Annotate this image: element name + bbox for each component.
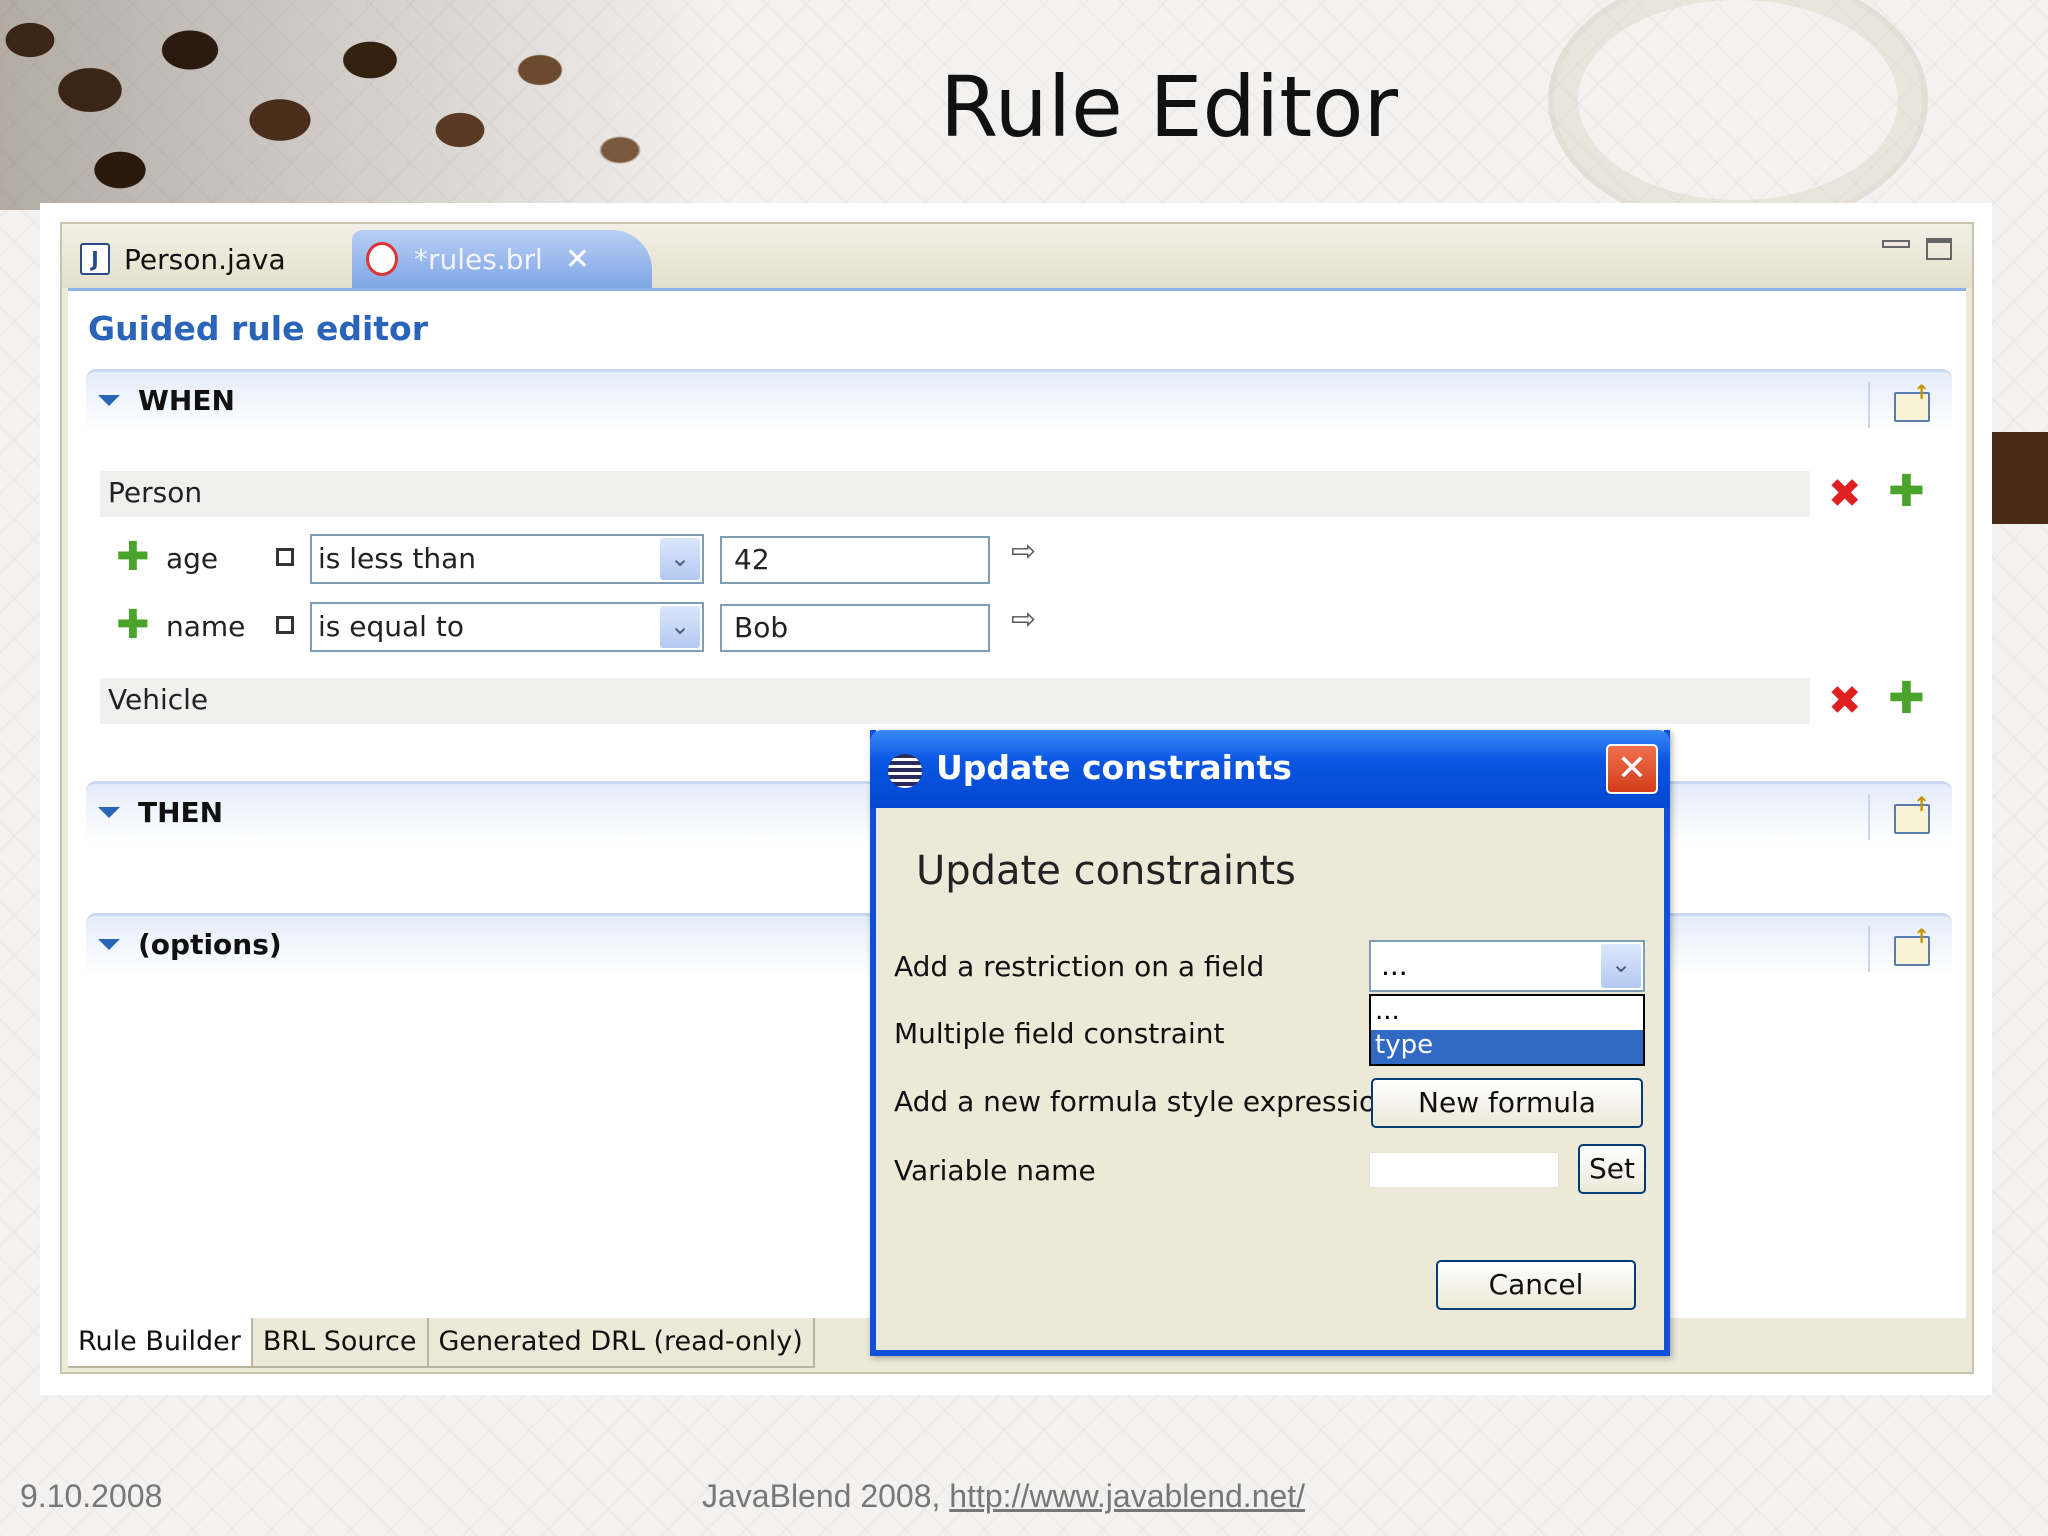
collapse-triangle-icon	[98, 395, 120, 406]
when-section-toggle[interactable]: WHEN	[98, 384, 235, 417]
dropdown-option-selected[interactable]: type	[1371, 1030, 1643, 1064]
value-input[interactable]: 42	[720, 536, 990, 584]
divider	[1868, 926, 1870, 972]
footer-label: JavaBlend 2008,	[702, 1478, 950, 1514]
delete-icon[interactable]: ✖	[1828, 681, 1862, 721]
dialog-heading: Update constraints	[916, 848, 1296, 894]
footer-link[interactable]: http://www.javablend.net/	[949, 1478, 1305, 1514]
java-file-icon: J	[80, 243, 110, 275]
operator-select[interactable]: is equal to ⌄	[310, 602, 704, 652]
close-button[interactable]: ✕	[1606, 744, 1658, 794]
add-connective-icon[interactable]: ✚	[116, 534, 150, 580]
maximize-icon[interactable]	[1926, 238, 1952, 260]
variable-name-label: Variable name	[894, 1154, 1096, 1187]
chevron-down-icon[interactable]: ⌄	[660, 538, 700, 580]
value-editor-icon[interactable]: ⇨	[1011, 534, 1036, 569]
add-action-icon[interactable]	[1894, 792, 1930, 834]
divider	[1868, 382, 1870, 428]
tab-rules-brl[interactable]: *rules.brl ✕	[352, 230, 652, 288]
then-section-toggle[interactable]: THEN	[98, 796, 223, 829]
when-label: WHEN	[138, 384, 235, 417]
add-field-icon[interactable]: ✚	[1888, 677, 1925, 721]
operator-select[interactable]: is less than ⌄	[310, 534, 704, 584]
when-section: WHEN	[86, 369, 1952, 431]
field-dropdown-list: ... type	[1369, 994, 1645, 1066]
cancel-button[interactable]: Cancel	[1436, 1260, 1636, 1310]
editor-bottom-tabs: Rule Builder BRL Source Generated DRL (r…	[68, 1318, 815, 1368]
add-condition-icon[interactable]	[1894, 380, 1930, 422]
dialog-title: Update constraints	[936, 748, 1292, 787]
tab-rule-builder[interactable]: Rule Builder	[68, 1318, 253, 1368]
constraint-row-name: ✚ name is equal to ⌄ Bob ⇨	[116, 602, 1116, 652]
variable-name-input[interactable]	[1369, 1152, 1559, 1188]
close-tab-icon[interactable]: ✕	[565, 242, 590, 277]
then-label: THEN	[138, 796, 224, 829]
add-field-icon[interactable]: ✚	[1888, 470, 1925, 514]
options-section-toggle[interactable]: (options)	[98, 928, 282, 961]
minimize-icon[interactable]	[1882, 240, 1910, 248]
new-formula-button[interactable]: New formula	[1371, 1078, 1643, 1128]
field-label: name	[166, 610, 246, 643]
remove-field-icon[interactable]	[276, 548, 294, 566]
chevron-down-icon[interactable]: ⌄	[660, 606, 700, 648]
chevron-down-icon[interactable]: ⌄	[1601, 944, 1641, 988]
options-label: (options)	[138, 928, 282, 961]
fact-row-vehicle: Vehicle	[100, 678, 1810, 724]
restriction-label: Add a restriction on a field	[894, 950, 1265, 983]
slide-title: Rule Editor	[939, 58, 1399, 156]
tab-generated-drl[interactable]: Generated DRL (read-only)	[428, 1318, 815, 1368]
update-constraints-dialog: Update constraints ✕ Update constraints …	[870, 730, 1670, 1356]
tab-label: Person.java	[124, 242, 286, 276]
fact-name: Vehicle	[108, 683, 209, 716]
dialog-titlebar[interactable]: Update constraints ✕	[870, 730, 1670, 808]
value-input[interactable]: Bob	[720, 604, 990, 652]
tab-label: *rules.brl	[414, 242, 543, 276]
fact-row-person: Person	[100, 471, 1810, 517]
dropdown-option[interactable]: ...	[1371, 996, 1643, 1030]
side-decoration	[1992, 432, 2048, 524]
fact-name: Person	[108, 476, 203, 509]
constraint-row-age: ✚ age is less than ⌄ 42 ⇨	[116, 534, 1116, 584]
set-button[interactable]: Set	[1578, 1144, 1646, 1194]
field-restriction-select[interactable]: ... ⌄	[1369, 940, 1645, 992]
delete-icon[interactable]: ✖	[1828, 474, 1862, 514]
field-label: age	[166, 542, 219, 575]
select-value: ...	[1381, 949, 1408, 982]
add-connective-icon[interactable]: ✚	[116, 602, 150, 648]
footer-date: 9.10.2008	[20, 1478, 163, 1514]
add-option-icon[interactable]	[1894, 924, 1930, 966]
page-title: Guided rule editor	[88, 309, 428, 348]
remove-field-icon[interactable]	[276, 616, 294, 634]
value-editor-icon[interactable]: ⇨	[1011, 602, 1036, 637]
tab-brl-source[interactable]: BRL Source	[252, 1318, 429, 1368]
operator-value: is less than	[318, 542, 476, 575]
eclipse-icon	[888, 754, 922, 788]
footer-text: JavaBlend 2008, http://www.javablend.net…	[702, 1478, 1305, 1515]
collapse-triangle-icon	[98, 939, 120, 950]
editor-tabbar: J Person.java *rules.brl ✕	[62, 224, 1972, 288]
collapse-triangle-icon	[98, 807, 120, 818]
multiple-constraint-label[interactable]: Multiple field constraint	[894, 1017, 1224, 1050]
formula-label: Add a new formula style expression	[894, 1085, 1394, 1118]
operator-value: is equal to	[318, 610, 464, 643]
divider	[1868, 794, 1870, 840]
tab-person-java[interactable]: J Person.java	[66, 230, 356, 288]
drools-file-icon	[366, 242, 398, 276]
